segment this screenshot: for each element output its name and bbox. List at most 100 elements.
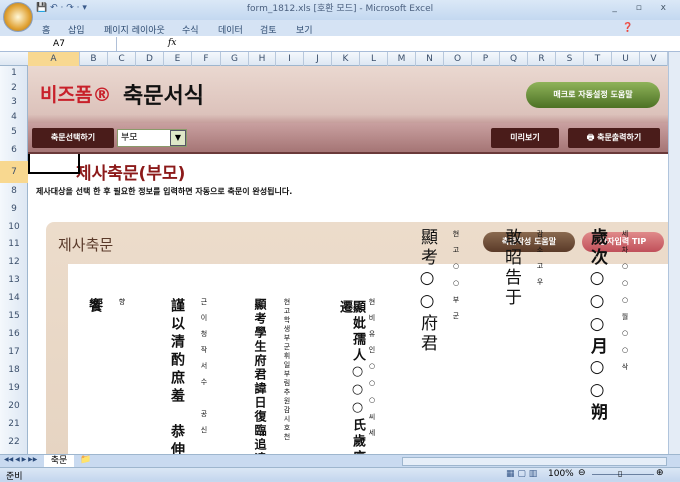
tab-data[interactable]: 데이터 bbox=[218, 23, 243, 36]
title-bar: form_1812.xls [호환 모드] - Microsoft Excel bbox=[0, 0, 680, 20]
column-header-b[interactable]: B bbox=[80, 52, 108, 66]
doc-col-2-hanja: 敢昭告于 bbox=[501, 228, 521, 308]
zoom-out-icon[interactable]: ⊖ bbox=[578, 468, 586, 478]
row-header-8[interactable]: 8 bbox=[0, 186, 28, 196]
column-header-r[interactable]: R bbox=[528, 52, 556, 66]
status-bar: 준비 ▦ ▢ ▥ 100% ⊖ ▯ ⊕ bbox=[0, 467, 680, 482]
doc-col-1-hanja: 歲次○○○月○○朔 bbox=[587, 228, 607, 423]
section-description: 제사대상을 선택 한 후 필요한 정보를 입력하면 자동으로 축문이 완성됩니다… bbox=[36, 187, 293, 196]
row-header-20[interactable]: 20 bbox=[0, 401, 28, 411]
status-ready: 준비 bbox=[6, 472, 23, 482]
view-buttons[interactable]: ▦ ▢ ▥ bbox=[506, 469, 537, 479]
column-header-u[interactable]: U bbox=[612, 52, 640, 66]
column-headers: ABCDEFGHIJKLMNOPQRSTUV bbox=[0, 52, 680, 66]
column-header-j[interactable]: J bbox=[304, 52, 332, 66]
doc-col-2-hangul: 감소고우 bbox=[536, 230, 544, 294]
doc-col-5-hanja: 顯考學生府君諱日復臨追遠 bbox=[253, 298, 267, 466]
active-cell-a7[interactable] bbox=[28, 154, 80, 174]
tab-page-layout[interactable]: 페이지 레이아웃 bbox=[104, 23, 165, 36]
page-title: 축문서식 bbox=[123, 84, 204, 109]
column-header-v[interactable]: V bbox=[640, 52, 668, 66]
doc-col-4-hangul: 현비유인○○○씨세 bbox=[368, 298, 376, 445]
doc-col-3-hangul: 현고○○부군 bbox=[452, 230, 460, 328]
row-header-4[interactable]: 4 bbox=[0, 112, 28, 122]
formula-bar: A7 fx bbox=[0, 36, 680, 52]
tab-insert[interactable]: 삽입 bbox=[68, 23, 85, 36]
column-header-m[interactable]: M bbox=[388, 52, 416, 66]
zoom-level[interactable]: 100% bbox=[548, 469, 574, 479]
tab-view[interactable]: 보기 bbox=[296, 23, 313, 36]
row-header-10[interactable]: 10 bbox=[0, 222, 28, 232]
zoom-slider-thumb[interactable]: ▯ bbox=[618, 469, 622, 478]
column-header-n[interactable]: N bbox=[416, 52, 444, 66]
row-header-19[interactable]: 19 bbox=[0, 383, 28, 393]
row-header-17[interactable]: 17 bbox=[0, 347, 28, 357]
column-header-f[interactable]: F bbox=[192, 52, 221, 66]
row-headers: 1 2 3 4 5 6 7 8 9 10 11 12 13 14 15 16 17 18 19 20 21 22 bbox=[0, 66, 28, 454]
column-header-o[interactable]: O bbox=[444, 52, 472, 66]
column-header-q[interactable]: Q bbox=[500, 52, 528, 66]
doc-col-7-hanja: 饗 bbox=[87, 298, 103, 312]
row-header-9[interactable]: 9 bbox=[0, 204, 28, 214]
doc-col-3-hanja: 顯考○○府君 bbox=[417, 228, 437, 354]
column-header-s[interactable]: S bbox=[556, 52, 584, 66]
help-icon[interactable]: ❓ bbox=[622, 23, 633, 33]
fx-icon[interactable]: fx bbox=[168, 38, 176, 48]
column-header-k[interactable]: K bbox=[332, 52, 360, 66]
quick-access-toolbar[interactable]: 💾 ↶ · ↷ · ▾ bbox=[36, 3, 87, 13]
formula-input[interactable] bbox=[182, 37, 666, 51]
horizontal-scrollbar[interactable] bbox=[402, 457, 667, 466]
row-header-22[interactable]: 22 bbox=[0, 437, 28, 447]
column-header-d[interactable]: D bbox=[136, 52, 164, 66]
row-header-12[interactable]: 12 bbox=[0, 257, 28, 267]
column-header-i[interactable]: I bbox=[276, 52, 304, 66]
column-header-h[interactable]: H bbox=[249, 52, 276, 66]
row-header-3[interactable]: 3 bbox=[0, 97, 28, 107]
name-box[interactable]: A7 bbox=[2, 37, 117, 51]
row-header-1[interactable]: 1 bbox=[0, 68, 28, 78]
zoom-slider[interactable] bbox=[592, 474, 654, 475]
column-header-e[interactable]: E bbox=[164, 52, 192, 66]
bizform-logo: 비즈폼® bbox=[40, 84, 112, 106]
preview-button[interactable]: 미리보기 bbox=[491, 128, 559, 148]
row-header-7[interactable]: 7 bbox=[0, 161, 28, 183]
panel-title: 제사축문 bbox=[58, 236, 114, 254]
doc-col-6-hangul: 근이청작서수 공신 bbox=[200, 298, 208, 442]
window-controls[interactable]: _ ▫ x bbox=[612, 3, 674, 13]
sheet-tab-chukmun[interactable]: 축문 bbox=[44, 455, 74, 467]
doc-col-6-hanja: 謹以清酌庶羞 恭伸奠 bbox=[169, 298, 185, 478]
column-header-a[interactable]: A bbox=[28, 52, 80, 66]
row-header-18[interactable]: 18 bbox=[0, 365, 28, 375]
doc-col-7-hangul: 향 bbox=[118, 298, 126, 314]
office-button[interactable] bbox=[3, 2, 33, 32]
chevron-down-icon[interactable]: ▼ bbox=[170, 130, 186, 146]
row-header-11[interactable]: 11 bbox=[0, 239, 28, 249]
column-header-p[interactable]: P bbox=[472, 52, 500, 66]
row-header-5[interactable]: 5 bbox=[0, 127, 28, 137]
column-header-c[interactable]: C bbox=[108, 52, 136, 66]
ribbon-tabs: 홈 삽입 페이지 레이아웃 수식 데이터 검토 보기 ❓ bbox=[0, 20, 680, 36]
row-header-14[interactable]: 14 bbox=[0, 293, 28, 303]
macro-help-button[interactable]: 매크로 자동설정 도움말 bbox=[526, 82, 660, 108]
row-header-21[interactable]: 21 bbox=[0, 419, 28, 429]
tab-home[interactable]: 홈 bbox=[42, 23, 50, 36]
vertical-scrollbar[interactable] bbox=[668, 52, 680, 454]
row-header-16[interactable]: 16 bbox=[0, 329, 28, 339]
window-title: form_1812.xls [호환 모드] - Microsoft Excel bbox=[246, 4, 434, 14]
select-prayer-button[interactable]: 축문선택하기 bbox=[32, 128, 114, 148]
column-header-t[interactable]: T bbox=[584, 52, 612, 66]
row-header-2[interactable]: 2 bbox=[0, 83, 28, 93]
column-header-g[interactable]: G bbox=[221, 52, 249, 66]
tab-review[interactable]: 검토 bbox=[260, 23, 277, 36]
row-header-15[interactable]: 15 bbox=[0, 311, 28, 321]
row-header-6[interactable]: 6 bbox=[0, 145, 28, 155]
column-header-l[interactable]: L bbox=[360, 52, 388, 66]
writing-help-button[interactable]: 축문작성 도움말 bbox=[483, 232, 575, 252]
zoom-in-icon[interactable]: ⊕ bbox=[656, 468, 664, 478]
print-button[interactable]: 🖶 축문출력하기 bbox=[568, 128, 660, 148]
print-label: 축문출력하기 bbox=[597, 133, 642, 142]
row-header-13[interactable]: 13 bbox=[0, 275, 28, 285]
sheet-nav-buttons[interactable]: ◀◀ ◀ ▶ ▶▶ bbox=[4, 456, 37, 463]
tab-formulas[interactable]: 수식 bbox=[182, 23, 199, 36]
insert-sheet-icon[interactable]: 📁 bbox=[80, 455, 91, 465]
